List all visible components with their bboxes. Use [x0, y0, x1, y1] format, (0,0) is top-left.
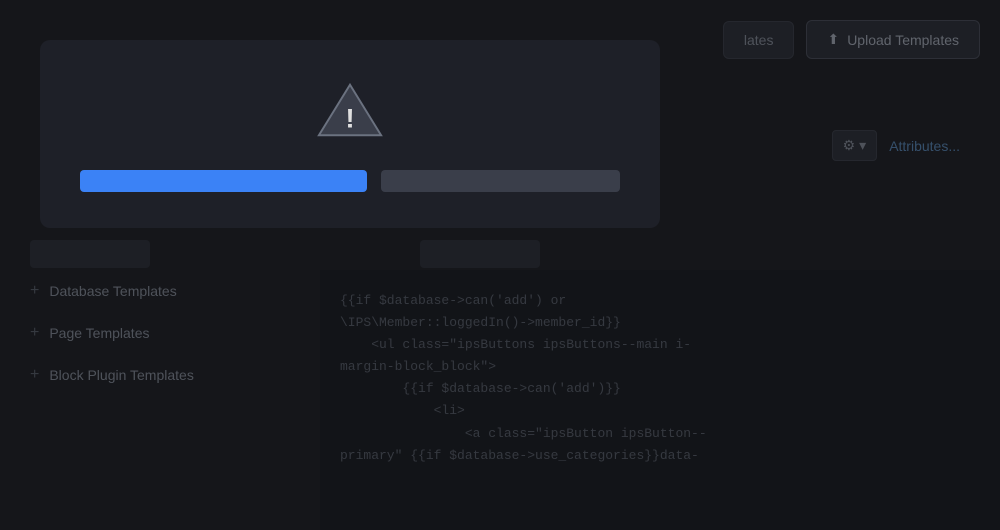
progress-bar-active [80, 170, 367, 192]
warning-triangle-icon: ! [315, 80, 385, 140]
progress-bar-inactive [381, 170, 620, 192]
modal-dialog: ! [40, 40, 660, 228]
progress-area [80, 170, 620, 192]
warning-icon-container: ! [80, 80, 620, 140]
svg-text:!: ! [345, 103, 354, 134]
modal-overlay: ! [0, 0, 1000, 530]
